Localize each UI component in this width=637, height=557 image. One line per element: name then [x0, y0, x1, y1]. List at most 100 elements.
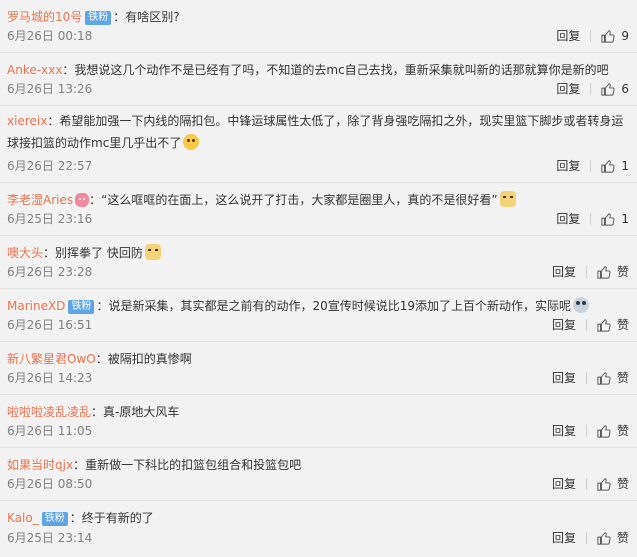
thumbs-up-icon	[601, 213, 615, 226]
reply-button[interactable]: 回复	[552, 476, 576, 492]
username-link[interactable]: 啦啦啦凌乱凌乱	[7, 405, 91, 419]
divider	[585, 266, 587, 278]
like-count: 赞	[616, 424, 629, 438]
like-count: 赞	[616, 371, 629, 385]
reply-button[interactable]: 回复	[556, 28, 580, 44]
username-link[interactable]: 如果当时qjx	[7, 458, 73, 472]
comment-actions: 回复 赞	[552, 476, 629, 492]
thumbs-up-icon	[597, 425, 611, 438]
comment-item: xiereix：希望能加强一下内线的隔扣包。中锋运球属性太低了，除了背身强吃隔扣…	[0, 106, 637, 183]
fan-badge: 铁粉	[68, 300, 95, 314]
comment-time: 6月26日 08:50	[7, 477, 93, 491]
comment-item: Kalo_ 铁粉 ：终于有新的了 6月25日 23:14 回复 赞	[0, 501, 637, 554]
comment-text: “这么哐哐的在面上，这么说开了打击，大家都是圈里人，真的不是很好看”	[101, 193, 498, 207]
comment-actions: 回复 6	[556, 81, 629, 97]
comment-meta: 6月25日 23:16 回复 1	[7, 211, 629, 227]
pink-face-icon	[75, 193, 90, 207]
comment-text: 被隔扣的真惨啊	[107, 352, 192, 366]
username-link[interactable]: MarineXD	[7, 299, 65, 313]
comment-actions: 回复 赞	[552, 264, 629, 280]
like-button[interactable]: 赞	[597, 476, 629, 492]
comment-body: xiereix：希望能加强一下内线的隔扣包。中锋运球属性太低了，除了背身强吃隔扣…	[7, 114, 624, 150]
comment-actions: 回复 赞	[552, 530, 629, 546]
comment-item: 罗马城的10号 铁粉 ：有啥区别? 6月26日 00:18 回复 9	[0, 0, 637, 53]
comment-list: 罗马城的10号 铁粉 ：有啥区别? 6月26日 00:18 回复 9 Anke-xx…	[0, 0, 637, 554]
like-button[interactable]: 赞	[597, 264, 629, 280]
like-button[interactable]: 1	[601, 211, 629, 227]
like-count: 赞	[616, 265, 629, 279]
comment-body: 啦啦啦凌乱凌乱：真-原地大风车	[7, 405, 180, 419]
comment-time: 6月26日 16:51	[7, 318, 93, 332]
username-link[interactable]: Kalo_	[7, 511, 39, 525]
comment-meta: 6月26日 13:26 回复 6	[7, 81, 629, 97]
fan-badge: 铁粉	[41, 512, 68, 526]
comment-text: 别挥拳了 快回防	[55, 246, 143, 260]
reply-button[interactable]: 回复	[552, 317, 576, 333]
reply-button[interactable]: 回复	[556, 81, 580, 97]
comment-time: 6月26日 00:18	[7, 29, 93, 43]
comment-actions: 回复 9	[556, 28, 629, 44]
comment-meta: 6月26日 16:51 回复 赞	[7, 317, 629, 333]
like-button[interactable]: 6	[601, 81, 629, 97]
comment-text: 希望能加强一下内线的隔扣包。中锋运球属性太低了，除了背身强吃隔扣之外，现实里篮下…	[7, 114, 624, 150]
like-button[interactable]: 赞	[597, 530, 629, 546]
comment-actions: 回复 赞	[552, 423, 629, 439]
divider	[585, 425, 587, 437]
username-link[interactable]: 罗马城的10号	[7, 10, 82, 24]
thumbs-up-icon	[597, 319, 611, 332]
like-button[interactable]: 9	[601, 28, 629, 44]
comment-meta: 6月26日 11:05 回复 赞	[7, 423, 629, 439]
reply-button[interactable]: 回复	[552, 423, 576, 439]
like-button[interactable]: 1	[601, 158, 629, 174]
thumbs-up-icon	[601, 160, 615, 173]
grey-face-icon	[573, 297, 589, 313]
comment-meta: 6月25日 23:14 回复 赞	[7, 530, 629, 546]
comment-time: 6月26日 23:28	[7, 265, 93, 279]
like-count: 1	[621, 212, 629, 226]
reply-button[interactable]: 回复	[552, 530, 576, 546]
like-button[interactable]: 赞	[597, 370, 629, 386]
divider	[585, 372, 587, 384]
yellow-face-icon	[183, 134, 200, 150]
username-link[interactable]: Anke-xxx	[7, 63, 62, 77]
comment-item: 如果当时qjx：重新做一下科比的扣篮包组合和投篮包吧 6月26日 08:50 回…	[0, 448, 637, 501]
dog-face-icon	[499, 191, 516, 207]
username-link[interactable]: 李老湿Aries	[7, 193, 73, 207]
dog-face-icon	[144, 244, 161, 260]
divider	[590, 30, 592, 42]
thumbs-up-icon	[597, 478, 611, 491]
divider	[585, 319, 587, 331]
reply-button[interactable]: 回复	[552, 264, 576, 280]
comment-time: 6月26日 11:05	[7, 424, 93, 438]
like-button[interactable]: 赞	[597, 423, 629, 439]
like-count: 9	[621, 29, 629, 43]
comment-time: 6月26日 14:23	[7, 371, 93, 385]
comment-body: 罗马城的10号 铁粉 ：有啥区别?	[7, 10, 180, 25]
comment-text: 我想说这几个动作不是已经有了吗，不知道的去mc自己去找，重新采集就叫新的话那就算…	[74, 63, 609, 77]
like-button[interactable]: 赞	[597, 317, 629, 333]
reply-button[interactable]: 回复	[552, 370, 576, 386]
comment-body: 新八繁星君OwO：被隔扣的真惨啊	[7, 352, 192, 366]
comment-body: 噢大头：别挥拳了 快回防	[7, 244, 629, 262]
like-count: 赞	[616, 531, 629, 545]
comment-item: 啦啦啦凌乱凌乱：真-原地大风车 6月26日 11:05 回复 赞	[0, 395, 637, 448]
comment-body: MarineXD 铁粉 ：说是新采集，其实都是之前有的动作，20宣传时候说比19添加…	[7, 297, 629, 315]
comment-time: 6月26日 13:26	[7, 82, 93, 96]
comment-actions: 回复 1	[556, 211, 629, 227]
divider	[590, 160, 592, 172]
reply-button[interactable]: 回复	[556, 158, 580, 174]
username-link[interactable]: 噢大头	[7, 246, 43, 260]
username-link[interactable]: 新八繁星君OwO	[7, 352, 96, 366]
comment-text: 真-原地大风车	[103, 405, 180, 419]
comment-time: 6月25日 23:14	[7, 531, 93, 545]
comment-actions: 回复 赞	[552, 370, 629, 386]
comment-text: 终于有新的了	[81, 511, 154, 525]
comment-actions: 回复 1	[556, 158, 629, 174]
comment-item: 噢大头：别挥拳了 快回防 6月26日 23:28 回复 赞	[0, 236, 637, 289]
comment-body: 李老湿Aries ：“这么哐哐的在面上，这么说开了打击，大家都是圈里人，真的不是很…	[7, 191, 629, 209]
comment-body: Anke-xxx：我想说这几个动作不是已经有了吗，不知道的去mc自己去找，重新采…	[7, 63, 609, 77]
reply-button[interactable]: 回复	[556, 211, 580, 227]
comment-meta: 6月26日 14:23 回复 赞	[7, 370, 629, 386]
thumbs-up-icon	[601, 30, 615, 43]
username-link[interactable]: xiereix	[7, 114, 47, 128]
